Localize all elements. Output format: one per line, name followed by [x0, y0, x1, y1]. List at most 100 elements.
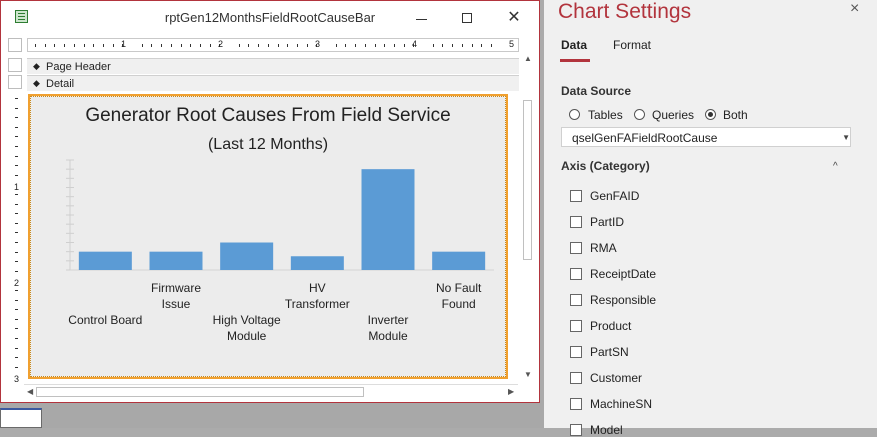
field-checkbox[interactable] — [570, 190, 582, 202]
field-checkbox-label[interactable]: MachineSN — [590, 397, 652, 411]
ruler-tick — [461, 44, 463, 47]
ruler-tick — [15, 290, 18, 291]
category-label: HV Transformer — [267, 280, 367, 312]
ruler-tick — [248, 44, 250, 47]
ruler-tick — [267, 44, 269, 47]
chevron-down-icon[interactable]: ▼ — [842, 133, 850, 142]
field-checkbox[interactable] — [570, 268, 582, 280]
ruler-tick — [15, 117, 18, 119]
scroll-right-icon[interactable]: ▶ — [508, 387, 514, 396]
ruler-tick — [15, 213, 18, 215]
maximize-button[interactable] — [456, 7, 480, 29]
field-checkbox[interactable] — [570, 242, 582, 254]
ruler-corner-box[interactable] — [8, 38, 22, 52]
chart-settings-pane: Chart Settings × Data Format Data Source… — [544, 0, 877, 437]
axis-category-label: Axis (Category) — [561, 159, 650, 173]
close-icon[interactable]: × — [850, 0, 859, 18]
field-checkbox-label[interactable]: PartID — [590, 215, 624, 229]
ruler-tick — [393, 44, 395, 47]
vertical-scroll-thumb[interactable] — [523, 100, 532, 260]
ruler-tick — [64, 44, 66, 47]
ruler-tick — [15, 98, 18, 99]
field-checkbox-label[interactable]: Customer — [590, 371, 642, 385]
tab-data[interactable]: Data — [561, 38, 587, 52]
category-label-line: HV — [308, 281, 326, 295]
scroll-down-icon[interactable]: ▼ — [524, 370, 532, 379]
ruler-number: 5 — [509, 39, 515, 49]
detail-bar[interactable]: ◆ Detail — [27, 75, 519, 91]
ruler-tick — [345, 44, 347, 47]
field-checkbox-label[interactable]: Model — [590, 423, 623, 437]
ruler-tick — [306, 44, 308, 47]
ruler-tick — [15, 136, 18, 138]
scroll-up-icon[interactable]: ▲ — [524, 54, 532, 63]
ruler-tick — [15, 251, 18, 253]
radio-queries[interactable] — [634, 109, 645, 120]
data-source-value: qselGenFAFieldRootCause — [572, 131, 718, 145]
section-selector-page-header[interactable] — [8, 58, 22, 72]
ruler-tick — [170, 44, 172, 47]
ruler-tick — [15, 174, 18, 176]
field-checkbox-label[interactable]: GenFAID — [590, 189, 639, 203]
ruler-tick — [403, 44, 405, 47]
ruler-tick — [15, 270, 18, 272]
pane-title: Chart Settings — [558, 0, 692, 23]
ruler-tick — [93, 44, 95, 47]
page-header-bar[interactable]: ◆ Page Header — [27, 58, 519, 74]
category-label-line: Control Board — [68, 313, 143, 327]
field-checkbox[interactable] — [570, 372, 582, 384]
radio-queries-label[interactable]: Queries — [652, 108, 694, 122]
vertical-scrollbar[interactable]: ▲ ▼ — [520, 53, 536, 383]
close-button[interactable]: ✕ — [502, 7, 526, 29]
ruler-tick — [209, 44, 211, 47]
ruler-tick — [83, 44, 85, 47]
ruler-tick — [335, 44, 337, 47]
radio-both[interactable] — [705, 109, 716, 120]
field-checkbox[interactable] — [570, 346, 582, 358]
field-checkbox-label[interactable]: Product — [590, 319, 631, 333]
ruler-tick — [15, 357, 18, 359]
vertical-ruler[interactable]: 1 2 3 — [8, 94, 24, 384]
field-checkbox[interactable] — [570, 424, 582, 436]
category-label: High Voltage Module — [197, 312, 297, 344]
tab-format[interactable]: Format — [613, 38, 651, 52]
radio-tables[interactable] — [569, 109, 580, 120]
category-label: Firmware Issue — [126, 280, 226, 312]
field-checkbox-label[interactable]: RMA — [590, 241, 617, 255]
ruler-tick — [180, 44, 182, 47]
data-source-select[interactable]: qselGenFAFieldRootCause ▼ — [561, 127, 851, 147]
chevron-up-icon[interactable]: ^ — [833, 161, 838, 172]
section-selector-detail[interactable] — [8, 75, 22, 89]
ruler-tick — [44, 44, 46, 47]
horizontal-ruler[interactable]: 1 2 3 4 5 — [27, 38, 519, 52]
radio-tables-label[interactable]: Tables — [588, 108, 623, 122]
ruler-tick — [481, 44, 483, 47]
field-checkbox[interactable] — [570, 398, 582, 410]
horizontal-scroll-thumb[interactable] — [36, 387, 364, 397]
ruler-tick — [54, 44, 56, 47]
field-checkbox[interactable] — [570, 320, 582, 332]
field-checkbox[interactable] — [570, 294, 582, 306]
ruler-tick — [452, 44, 454, 47]
ruler-tick — [15, 165, 18, 167]
field-checkbox[interactable] — [570, 216, 582, 228]
ruler-tick — [15, 261, 18, 263]
horizontal-scrollbar[interactable]: ◀ ▶ — [24, 384, 518, 399]
window-titlebar[interactable]: rptGen12MonthsFieldRootCauseBar ✕ — [1, 1, 539, 34]
ruler-tick — [190, 44, 192, 47]
field-checkbox-label[interactable]: PartSN — [590, 345, 629, 359]
ruler-tick — [15, 222, 18, 224]
field-checkbox-label[interactable]: Responsible — [590, 293, 656, 307]
minimize-button[interactable] — [410, 7, 434, 29]
ruler-tick — [442, 44, 444, 47]
ruler-number: 3 — [14, 374, 20, 384]
field-checkbox-label[interactable]: ReceiptDate — [590, 267, 656, 281]
category-label-line: High Voltage — [212, 313, 281, 327]
radio-both-label[interactable]: Both — [723, 108, 748, 122]
ruler-tick — [287, 44, 289, 47]
ruler-tick — [384, 44, 386, 47]
ruler-tick — [355, 44, 357, 47]
category-label-line: Module — [368, 329, 408, 343]
scroll-left-icon[interactable]: ◀ — [27, 387, 33, 396]
ruler-tick — [15, 366, 18, 368]
